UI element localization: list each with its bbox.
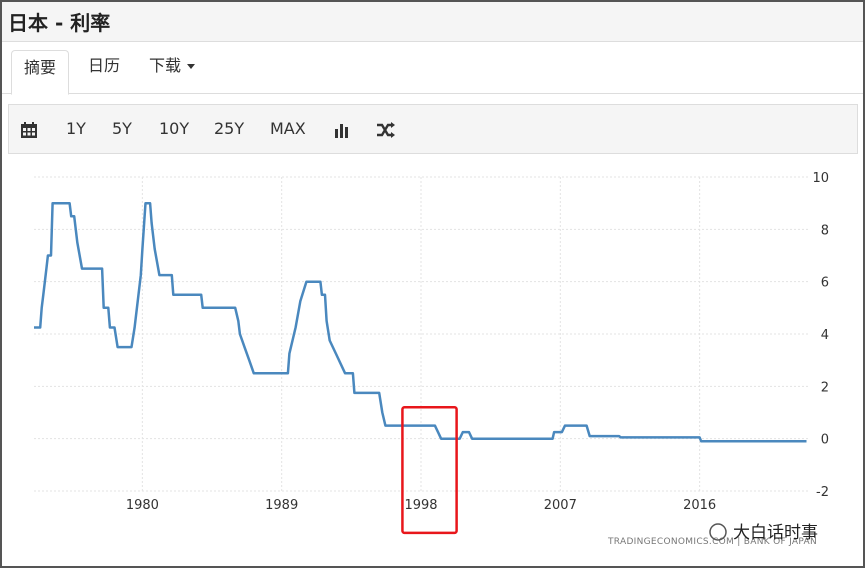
calendar-icon[interactable] <box>20 105 38 153</box>
x-tick-label: 1998 <box>404 498 437 513</box>
interest-rate-chart: 1086420-21980 1989 1998 2007 2016TRADINGECON… <box>34 171 829 547</box>
y-tick-label: 0 <box>821 433 829 448</box>
tab-summary-label: 摘要 <box>24 58 57 77</box>
interest-rate-line <box>34 201 807 443</box>
y-tick-label: -2 <box>816 485 829 500</box>
tab-bar: 摘要 日历 下载 <box>2 42 863 95</box>
page-title: 日本 - 利率 <box>8 11 111 35</box>
y-tick-label: 4 <box>821 328 829 343</box>
shuffle-icon[interactable] <box>376 105 396 153</box>
range-25y-button[interactable]: 25Y <box>214 105 244 153</box>
social-watermark: 大白话时事 <box>733 523 818 543</box>
y-tick-label: 2 <box>821 380 829 395</box>
tab-summary[interactable]: 摘要 <box>11 50 70 95</box>
range-max-button[interactable]: MAX <box>270 105 306 153</box>
tab-calendar-label: 日历 <box>88 56 121 75</box>
x-tick-label: 1989 <box>265 498 298 513</box>
chart-toolbar: 1Y 5Y 10Y 25Y MAX <box>8 104 858 154</box>
y-tick-label: 10 <box>812 171 829 186</box>
title-bar: 日本 - 利率 <box>2 2 863 42</box>
y-tick-label: 8 <box>821 223 829 238</box>
tab-download[interactable]: 下载 <box>137 50 207 94</box>
x-tick-label: 1980 <box>126 498 159 513</box>
x-tick-label: 2016 <box>683 498 716 513</box>
y-tick-label: 6 <box>821 276 829 291</box>
caret-down-icon <box>187 64 196 69</box>
tab-download-label: 下载 <box>149 56 182 75</box>
bar-chart-icon[interactable] <box>333 105 351 153</box>
chart-area: 10 8 6 4 2 0 -2 1980 1989 1998 2007 2016 TRADINGECON… <box>8 160 858 555</box>
range-5y-button[interactable]: 5Y <box>112 105 132 153</box>
x-tick-label: 2007 <box>544 498 577 513</box>
range-10y-button[interactable]: 10Y <box>159 105 189 153</box>
tab-calendar[interactable]: 日历 <box>76 50 132 94</box>
range-1y-button[interactable]: 1Y <box>66 105 86 153</box>
